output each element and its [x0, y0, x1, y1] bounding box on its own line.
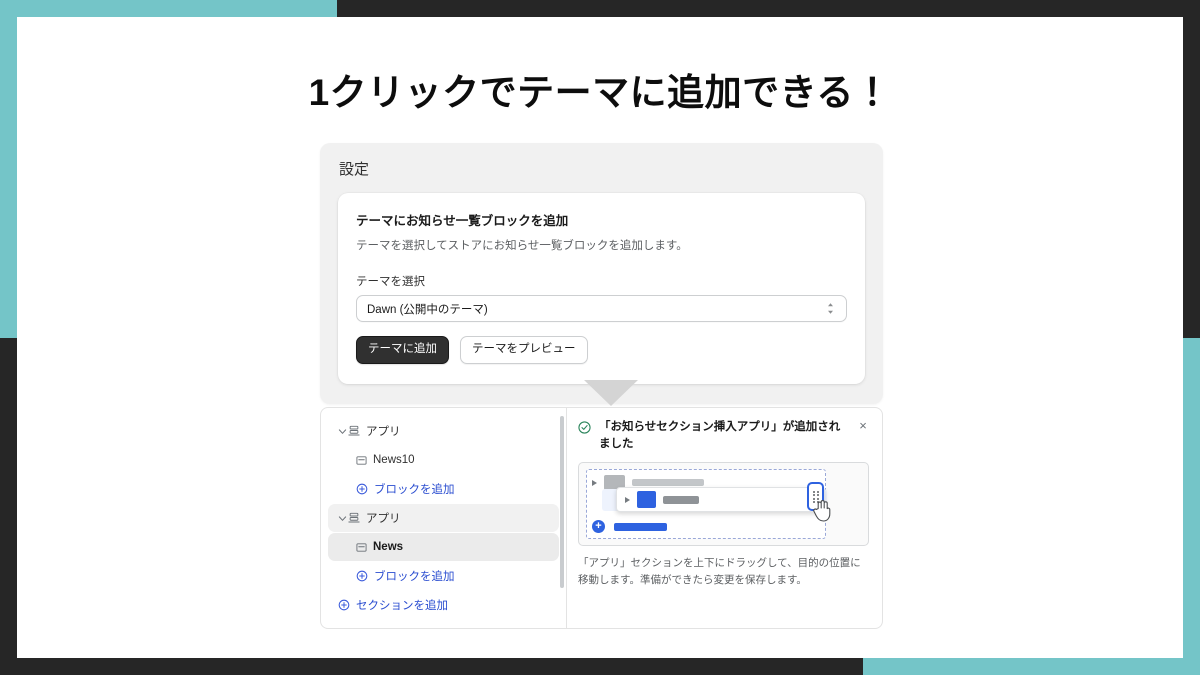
theme-editor-panel: アプリ News10 ブロックを追加 アプリ News ブロックを追加 セクショ…	[320, 407, 883, 629]
theme-select[interactable]: Dawn (公開中のテーマ)	[356, 295, 847, 323]
success-check-icon	[578, 421, 591, 439]
plus-circle-icon	[338, 599, 350, 611]
triangle-right-icon	[592, 479, 597, 486]
theme-actions: テーマに追加 テーマをプレビュー	[356, 336, 847, 364]
page-title: 1クリックでテーマに追加できる！	[308, 72, 892, 113]
frame-band-bottom-teal	[863, 658, 1200, 675]
chevron-down-icon	[338, 514, 348, 523]
plus-circle-icon	[356, 483, 368, 495]
theme-block-heading: テーマにお知らせ一覧ブロックを追加	[356, 214, 569, 228]
add-to-theme-button[interactable]: テーマに追加	[356, 336, 449, 364]
sidebar-add-block-2[interactable]: ブロックを追加	[328, 562, 559, 590]
plus-circle-icon: +	[592, 520, 605, 534]
dragging-section-card[interactable]	[616, 487, 825, 513]
drag-instructions: 「アプリ」セクションを上下にドラッグして、目的の位置に移動します。準備ができたら…	[578, 557, 861, 586]
placeholder-bar-accent	[614, 522, 667, 531]
sidebar-add-section[interactable]: セクションを追加	[328, 591, 559, 619]
close-icon[interactable]: ×	[857, 419, 869, 432]
hand-cursor-icon	[812, 499, 832, 522]
preview-theme-button[interactable]: テーマをプレビュー	[460, 336, 588, 364]
sidebar-item-label: アプリ	[366, 426, 401, 438]
sidebar-item-label: ブロックを追加	[374, 571, 455, 583]
frame-band-right-dark	[1183, 0, 1200, 338]
block-square-icon	[356, 542, 367, 553]
stepper-updown-icon	[825, 301, 836, 316]
app-blocks-icon	[348, 425, 360, 437]
block-square-icon	[356, 455, 367, 466]
frame-band-top-dark	[337, 0, 1200, 17]
plus-circle-icon	[356, 570, 368, 582]
notice-panel: 「お知らせセクション挿入アプリ」が追加されました × + 「アプリ」セクションを…	[567, 407, 883, 629]
placeholder-bar	[632, 479, 704, 487]
sidebar-item-label: News	[373, 541, 404, 553]
chevron-down-icon	[338, 427, 348, 436]
theme-select-value: Dawn (公開中のテーマ)	[367, 303, 488, 316]
sidebar-item-news[interactable]: News	[328, 533, 559, 561]
slide-stage: 1クリックでテーマに追加できる！ 設定 テーマにお知らせ一覧ブロックを追加 テー…	[17, 17, 1183, 658]
notice-header: 「お知らせセクション挿入アプリ」が追加されました ×	[578, 419, 869, 452]
illustration-row-bottom: +	[592, 520, 667, 534]
placeholder-thumbnail-active	[637, 491, 656, 509]
sidebar-item-label: セクションを追加	[356, 600, 448, 612]
frame-band-bottom-dark	[0, 658, 863, 675]
notice-message: 「お知らせセクション挿入アプリ」が追加されました	[599, 421, 841, 450]
sidebar-item-label: ブロックを追加	[374, 484, 455, 496]
editor-sidebar: アプリ News10 ブロックを追加 アプリ News ブロックを追加 セクショ…	[320, 407, 567, 629]
triangle-right-icon	[625, 496, 630, 503]
frame-band-top-teal	[0, 0, 337, 17]
sidebar-item-label: アプリ	[366, 513, 401, 525]
theme-block-card: テーマにお知らせ一覧ブロックを追加 テーマを選択してストアにお知らせ一覧ブロック…	[338, 193, 865, 384]
settings-card-title: 設定	[339, 161, 370, 178]
frame-band-left-dark	[0, 338, 17, 675]
placeholder-bar	[663, 495, 699, 504]
frame-band-left-teal	[0, 0, 17, 338]
theme-select-label: テーマを選択	[356, 276, 425, 289]
sidebar-scrollbar[interactable]	[560, 416, 564, 588]
frame-band-right-teal	[1183, 338, 1200, 675]
sidebar-item-label: News10	[373, 454, 415, 466]
settings-card: 設定 テーマにお知らせ一覧ブロックを追加 テーマを選択してストアにお知らせ一覧ブ…	[320, 143, 883, 404]
arrow-down-triangle-icon	[584, 380, 638, 406]
app-blocks-icon	[348, 512, 360, 524]
sidebar-add-block-1[interactable]: ブロックを追加	[328, 475, 559, 503]
sidebar-item-app-group-2[interactable]: アプリ	[328, 504, 559, 532]
drag-illustration: +	[578, 462, 869, 547]
theme-block-description: テーマを選択してストアにお知らせ一覧ブロックを追加します。	[356, 240, 688, 252]
sidebar-item-news10[interactable]: News10	[328, 446, 559, 474]
sidebar-item-app-group-1[interactable]: アプリ	[328, 417, 559, 445]
